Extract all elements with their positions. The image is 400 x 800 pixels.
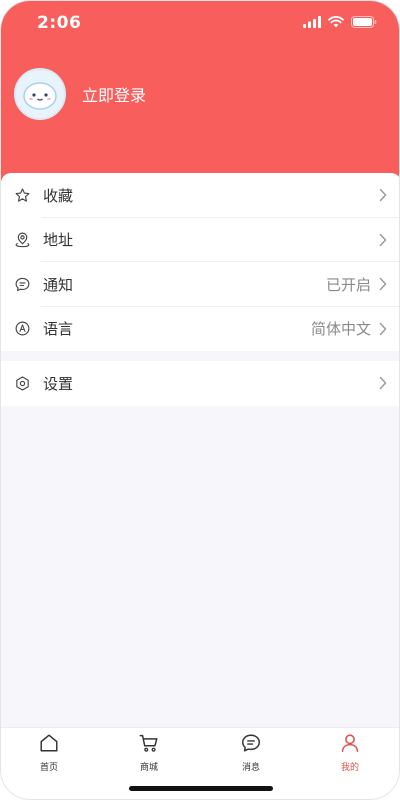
home-icon (38, 732, 60, 758)
profile-login-area[interactable]: 立即登录 (14, 68, 146, 120)
gear-icon (13, 374, 31, 392)
menu-item-notifications[interactable]: 通知 已开启 (1, 262, 399, 307)
chevron-right-icon (379, 233, 387, 247)
menu-item-label: 通知 (43, 275, 74, 294)
login-link[interactable]: 立即登录 (82, 82, 146, 106)
settings-section: 设置 (1, 361, 399, 406)
signal-icon (303, 13, 321, 32)
avatar-mascot-icon (23, 82, 57, 110)
tab-mall[interactable]: 商城 (119, 732, 179, 773)
profile-header: 2:06 立即登录 (1, 1, 399, 187)
status-icons (303, 14, 377, 30)
phone-screen: 2:06 立即登录 收藏 地址 通知 已开启 语言 简体中文 设置 首页 商城 … (0, 0, 400, 800)
chevron-right-icon (379, 376, 387, 390)
tab-label: 我的 (340, 763, 359, 773)
battery-icon (351, 13, 377, 32)
message-icon (240, 732, 262, 758)
menu-item-settings[interactable]: 设置 (1, 361, 399, 406)
menu-item-favorites[interactable]: 收藏 (1, 173, 399, 218)
menu-item-label: 语言 (43, 320, 74, 339)
chevron-right-icon (379, 277, 387, 291)
avatar[interactable] (14, 68, 66, 120)
menu-item-label: 地址 (43, 231, 74, 250)
menu-item-label: 收藏 (43, 186, 74, 205)
wifi-icon (328, 13, 344, 32)
chat-bubble-icon (13, 275, 31, 293)
tab-home[interactable]: 首页 (19, 732, 79, 773)
notification-status: 已开启 (325, 275, 371, 294)
menu-list: 收藏 地址 通知 已开启 语言 简体中文 (1, 173, 399, 352)
chevron-right-icon (379, 188, 387, 202)
menu-item-address[interactable]: 地址 (1, 218, 399, 262)
chevron-right-icon (379, 322, 387, 336)
location-pin-icon (13, 231, 31, 249)
menu-item-language[interactable]: 语言 简体中文 (1, 307, 399, 352)
star-icon (13, 186, 31, 204)
cart-icon (138, 732, 160, 758)
status-time: 2:06 (37, 13, 82, 33)
tab-label: 消息 (241, 763, 260, 773)
tab-mine[interactable]: 我的 (320, 732, 380, 773)
status-bar: 2:06 (1, 1, 399, 45)
home-indicator (129, 786, 273, 791)
tab-messages[interactable]: 消息 (221, 732, 281, 773)
tab-label: 首页 (39, 763, 58, 773)
tab-label: 商城 (139, 763, 158, 773)
menu-item-label: 设置 (43, 374, 74, 393)
language-icon (13, 320, 31, 338)
language-value: 简体中文 (310, 320, 371, 339)
user-icon (339, 732, 361, 758)
